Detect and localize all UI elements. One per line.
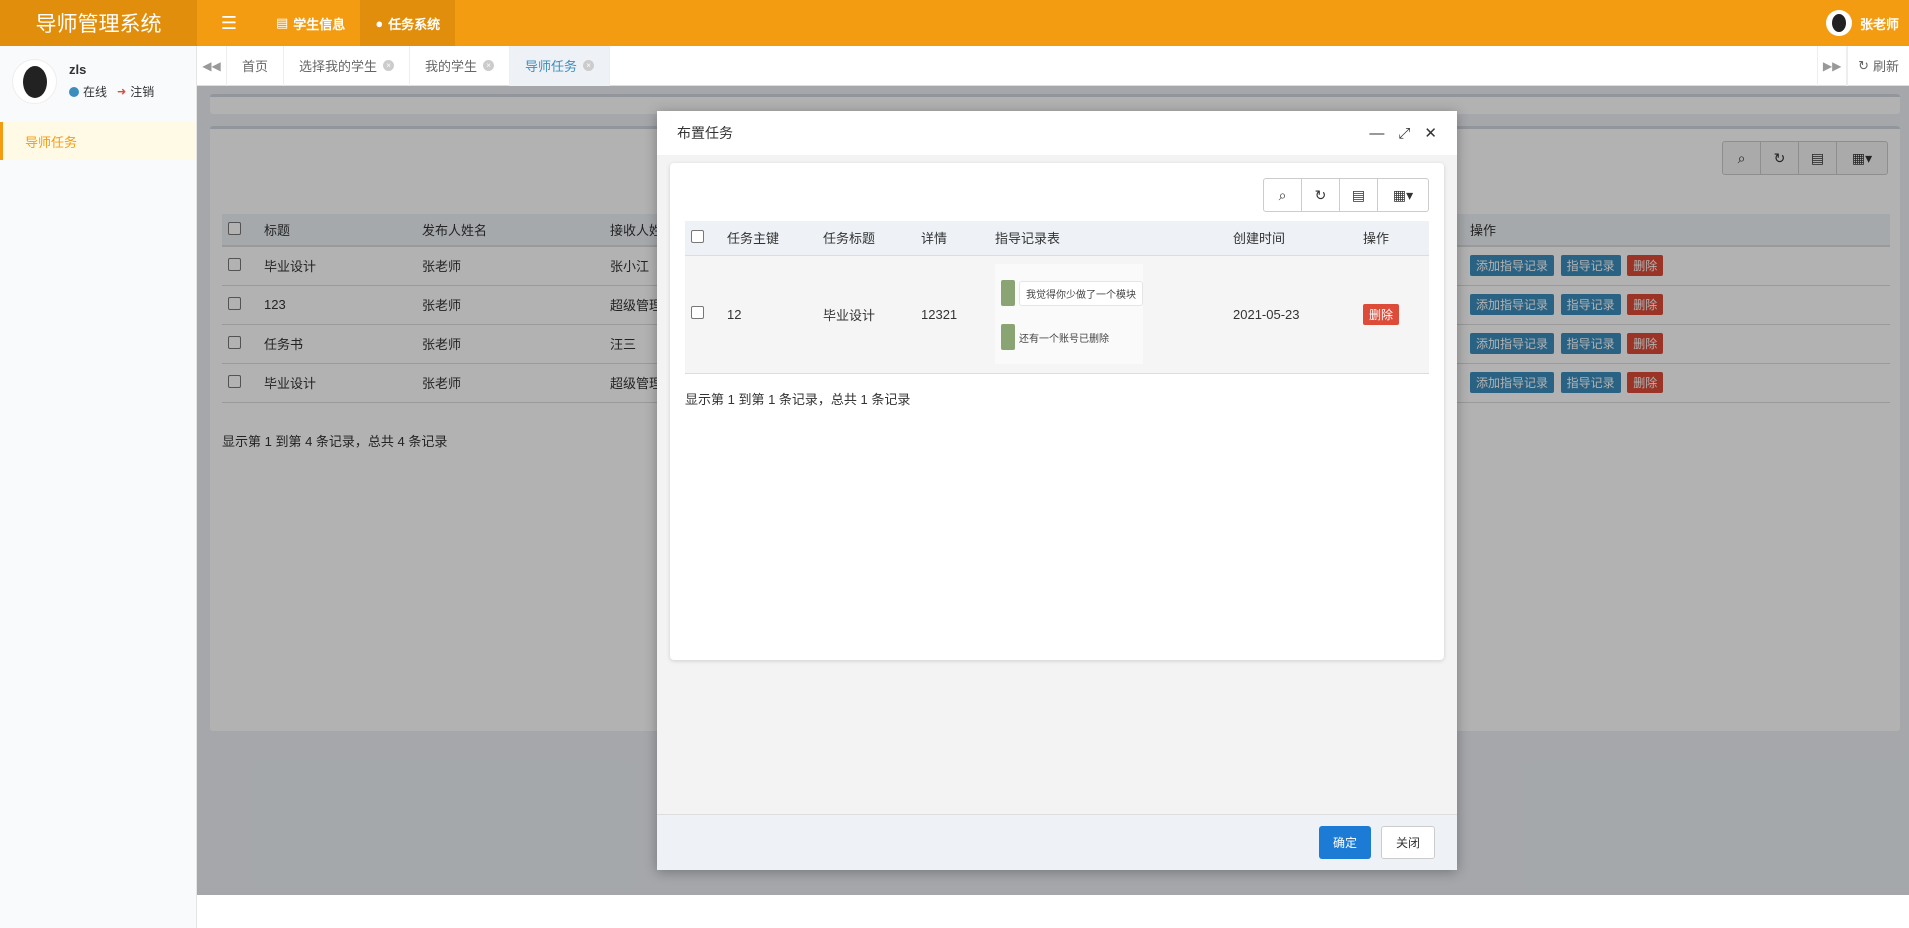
tab-home[interactable]: 首页 — [227, 45, 285, 86]
chat-text: 还有一个账号已删除 — [1019, 333, 1109, 345]
user-menu[interactable]: 张老师 — [1825, 10, 1909, 36]
modal-title: 布置任务 — [677, 125, 733, 141]
modal-pagination-info: 显示第 1 到第 1 条记录，总共 1 条记录 — [685, 392, 911, 407]
close-icon[interactable]: × — [383, 60, 395, 71]
close-icon[interactable]: × — [583, 60, 595, 71]
avatar — [1825, 10, 1852, 36]
guide-record-image[interactable]: 我觉得你少做了一个模块 还有一个账号已删除 — [995, 264, 1143, 364]
cell-detail: 12321 — [915, 255, 989, 374]
modal-table-toolbar: ⌕ ↻ ▤ ▦▾ — [1263, 178, 1429, 212]
cell-task-id: 12 — [721, 255, 817, 374]
col-task-id[interactable]: 任务主键 — [721, 221, 817, 256]
col-created-time[interactable]: 创建时间 — [1227, 221, 1357, 256]
user-panel: zls 在线 ➜ 注销 — [0, 46, 196, 116]
app-logo[interactable]: 导师管理系统 — [0, 0, 197, 46]
modal-select-all-cell — [685, 221, 721, 256]
select-all-checkbox[interactable] — [691, 229, 704, 243]
tab-label: 我的学生 — [425, 59, 478, 74]
confirm-button[interactable]: 确定 — [1318, 826, 1371, 859]
tab-my-students[interactable]: 我的学生 × — [410, 45, 511, 86]
close-icon[interactable]: × — [483, 60, 495, 71]
modal-header: 布置任务 — ⤢ ✕ — [657, 111, 1457, 155]
col-actions: 操作 — [1357, 221, 1429, 256]
nav-student-info[interactable]: ▤ 学生信息 — [261, 0, 360, 46]
tab-label: 导师任务 — [525, 59, 578, 74]
minimize-icon[interactable]: — — [1369, 125, 1384, 142]
modal-task-table: 任务主键 任务标题 详情 指导记录表 创建时间 操作 12 毕业设计 12321 — [685, 221, 1429, 374]
refresh-icon: ↻ — [1858, 57, 1869, 73]
nav-label: 学生信息 — [293, 16, 346, 32]
avatar — [12, 58, 57, 104]
tab-tutor-task[interactable]: 导师任务 × — [510, 45, 611, 86]
chat-bubble: 我觉得你少做了一个模块 — [1019, 280, 1143, 306]
footer-area — [197, 895, 1909, 928]
cell-task-title: 毕业设计 — [817, 255, 915, 374]
chat-avatar — [1001, 280, 1015, 306]
nav-task-system[interactable]: ● 任务系统 — [360, 0, 456, 46]
delete-button[interactable]: 删除 — [1363, 303, 1400, 325]
tabs-bar: ◀◀ 首页 选择我的学生 × 我的学生 × 导师任务 × ▶▶ ↻ 刷新 — [197, 45, 1909, 86]
sidebar-item-tutor-task[interactable]: 导师任务 — [0, 122, 196, 160]
id-card-icon: ▤ — [276, 15, 289, 30]
row-checkbox[interactable] — [691, 306, 704, 319]
top-header: 导师管理系统 ☰ ▤ 学生信息 ● 任务系统 张老师 — [0, 0, 1909, 46]
menu-toggle-icon[interactable]: ☰ — [197, 0, 261, 46]
logout-link[interactable]: 注销 — [130, 83, 154, 100]
tab-label: 选择我的学生 — [299, 59, 378, 74]
tab-label: 首页 — [242, 59, 269, 74]
col-task-title[interactable]: 任务标题 — [817, 221, 915, 256]
chat-line: 我觉得你少做了一个模块 — [1001, 278, 1143, 308]
refresh-label: 刷新 — [1872, 59, 1899, 74]
col-guide-records[interactable]: 指导记录表 — [989, 221, 1227, 256]
toggle-view-icon[interactable]: ▤ — [1340, 179, 1378, 211]
cell-created-time: 2021-05-23 — [1227, 255, 1357, 374]
assign-task-modal: 布置任务 — ⤢ ✕ ⌕ ↻ ▤ ▦▾ 任务主键 任务标题 详情 指导记录表 创… — [657, 111, 1457, 870]
sidebar-username: zls — [69, 62, 87, 77]
tab-scroll-right-icon[interactable]: ▶▶ — [1817, 45, 1848, 86]
close-icon[interactable]: ✕ — [1424, 124, 1437, 142]
refresh-button[interactable]: ↻ 刷新 — [1847, 45, 1909, 86]
close-button[interactable]: 关闭 — [1380, 826, 1435, 859]
col-detail[interactable]: 详情 — [915, 221, 989, 256]
modal-footer: 确定 关闭 — [657, 814, 1457, 870]
refresh-icon[interactable]: ↻ — [1302, 179, 1340, 211]
drop-icon: ● — [375, 15, 384, 31]
online-dot-icon — [69, 86, 79, 97]
nav-label: 任务系统 — [388, 16, 441, 32]
header-username: 张老师 — [1859, 16, 1899, 32]
logout-icon[interactable]: ➜ — [117, 85, 126, 98]
online-status: 在线 — [83, 85, 108, 99]
sidebar: zls 在线 ➜ 注销 导师任务 — [0, 46, 197, 928]
columns-icon[interactable]: ▦▾ — [1378, 179, 1428, 211]
table-row: 12 毕业设计 12321 我觉得你少做了一个模块 还有一个账号已删除 2021… — [685, 255, 1429, 374]
maximize-icon[interactable]: ⤢ — [1398, 125, 1410, 142]
chat-line: 还有一个账号已删除 — [1001, 322, 1109, 352]
chat-avatar — [1001, 324, 1015, 350]
search-icon[interactable]: ⌕ — [1264, 179, 1302, 211]
tab-select-students[interactable]: 选择我的学生 × — [284, 45, 411, 86]
tab-scroll-left-icon[interactable]: ◀◀ — [197, 45, 227, 86]
modal-body: ⌕ ↻ ▤ ▦▾ 任务主键 任务标题 详情 指导记录表 创建时间 操作 12 毕… — [670, 163, 1444, 660]
